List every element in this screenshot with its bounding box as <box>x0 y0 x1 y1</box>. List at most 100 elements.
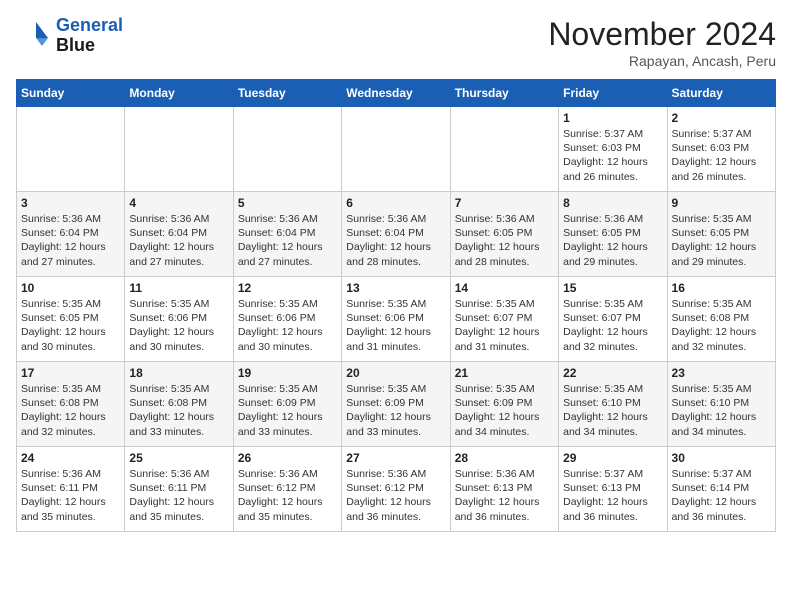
day-number: 3 <box>21 196 120 210</box>
day-number: 13 <box>346 281 445 295</box>
day-number: 11 <box>129 281 228 295</box>
day-number: 30 <box>672 451 771 465</box>
calendar-cell: 24Sunrise: 5:36 AM Sunset: 6:11 PM Dayli… <box>17 447 125 532</box>
day-number: 21 <box>455 366 554 380</box>
day-info: Sunrise: 5:37 AM Sunset: 6:14 PM Dayligh… <box>672 467 771 524</box>
day-info: Sunrise: 5:35 AM Sunset: 6:06 PM Dayligh… <box>346 297 445 354</box>
calendar-cell <box>125 107 233 192</box>
week-row-1: 1 Sunrise: 5:37 AM Sunset: 6:03 PM Daylig… <box>17 107 776 192</box>
calendar-cell: 12 Sunrise: 5:35 AM Sunset: 6:06 PM Dayli… <box>233 277 341 362</box>
location: Rapayan, Ancash, Peru <box>548 53 776 69</box>
day-info: Sunrise: 5:37 AM Sunset: 6:03 PM Dayligh… <box>672 127 771 184</box>
day-info: Sunrise: 5:36 AM Sunset: 6:11 PM Dayligh… <box>129 467 228 524</box>
calendar-cell: 28 Sunrise: 5:36 AM Sunset: 6:13 PM Dayli… <box>450 447 558 532</box>
calendar-cell <box>17 107 125 192</box>
page-header: General Blue November 2024 Rapayan, Anca… <box>16 16 776 69</box>
day-number: 25 <box>129 451 228 465</box>
day-info: Sunrise: 5:36 AM Sunset: 6:11 PM Dayligh… <box>21 467 120 524</box>
day-number: 12 <box>238 281 337 295</box>
day-info: Sunrise: 5:35 AM Sunset: 6:09 PM Dayligh… <box>455 382 554 439</box>
week-row-2: 3 Sunrise: 5:36 AM Sunset: 6:04 PM Daylig… <box>17 192 776 277</box>
calendar-cell: 16Sunrise: 5:35 AM Sunset: 6:08 PM Dayli… <box>667 277 775 362</box>
day-info: Sunrise: 5:35 AM Sunset: 6:05 PM Dayligh… <box>21 297 120 354</box>
day-info: Sunrise: 5:36 AM Sunset: 6:04 PM Dayligh… <box>238 212 337 269</box>
day-number: 9 <box>672 196 771 210</box>
day-number: 2 <box>672 111 771 125</box>
day-number: 17 <box>21 366 120 380</box>
calendar-cell: 2 Sunrise: 5:37 AM Sunset: 6:03 PM Daylig… <box>667 107 775 192</box>
day-info: Sunrise: 5:36 AM Sunset: 6:04 PM Dayligh… <box>346 212 445 269</box>
day-info: Sunrise: 5:37 AM Sunset: 6:03 PM Dayligh… <box>563 127 662 184</box>
calendar-cell: 8 Sunrise: 5:36 AM Sunset: 6:05 PM Daylig… <box>559 192 667 277</box>
day-info: Sunrise: 5:35 AM Sunset: 6:08 PM Dayligh… <box>129 382 228 439</box>
weekday-header-wednesday: Wednesday <box>342 80 450 107</box>
day-info: Sunrise: 5:35 AM Sunset: 6:10 PM Dayligh… <box>672 382 771 439</box>
day-info: Sunrise: 5:35 AM Sunset: 6:09 PM Dayligh… <box>346 382 445 439</box>
day-info: Sunrise: 5:35 AM Sunset: 6:06 PM Dayligh… <box>238 297 337 354</box>
day-number: 26 <box>238 451 337 465</box>
calendar-cell: 14 Sunrise: 5:35 AM Sunset: 6:07 PM Dayli… <box>450 277 558 362</box>
day-info: Sunrise: 5:36 AM Sunset: 6:04 PM Dayligh… <box>21 212 120 269</box>
calendar-cell <box>450 107 558 192</box>
day-info: Sunrise: 5:36 AM Sunset: 6:05 PM Dayligh… <box>455 212 554 269</box>
day-info: Sunrise: 5:35 AM Sunset: 6:07 PM Dayligh… <box>455 297 554 354</box>
weekday-header-tuesday: Tuesday <box>233 80 341 107</box>
calendar-cell: 19Sunrise: 5:35 AM Sunset: 6:09 PM Dayli… <box>233 362 341 447</box>
calendar-cell: 25 Sunrise: 5:36 AM Sunset: 6:11 PM Dayli… <box>125 447 233 532</box>
calendar-cell: 5Sunrise: 5:36 AM Sunset: 6:04 PM Daylig… <box>233 192 341 277</box>
calendar-cell: 22Sunrise: 5:35 AM Sunset: 6:10 PM Dayli… <box>559 362 667 447</box>
day-info: Sunrise: 5:37 AM Sunset: 6:13 PM Dayligh… <box>563 467 662 524</box>
day-info: Sunrise: 5:35 AM Sunset: 6:07 PM Dayligh… <box>563 297 662 354</box>
day-number: 4 <box>129 196 228 210</box>
weekday-header-friday: Friday <box>559 80 667 107</box>
day-number: 8 <box>563 196 662 210</box>
calendar-cell: 13 Sunrise: 5:35 AM Sunset: 6:06 PM Dayli… <box>342 277 450 362</box>
day-number: 29 <box>563 451 662 465</box>
calendar-cell: 27 Sunrise: 5:36 AM Sunset: 6:12 PM Dayli… <box>342 447 450 532</box>
title-block: November 2024 Rapayan, Ancash, Peru <box>548 16 776 69</box>
day-number: 1 <box>563 111 662 125</box>
day-number: 7 <box>455 196 554 210</box>
calendar-cell: 4 Sunrise: 5:36 AM Sunset: 6:04 PM Daylig… <box>125 192 233 277</box>
day-info: Sunrise: 5:36 AM Sunset: 6:05 PM Dayligh… <box>563 212 662 269</box>
day-info: Sunrise: 5:36 AM Sunset: 6:04 PM Dayligh… <box>129 212 228 269</box>
weekday-header-thursday: Thursday <box>450 80 558 107</box>
day-info: Sunrise: 5:36 AM Sunset: 6:12 PM Dayligh… <box>238 467 337 524</box>
calendar-cell <box>342 107 450 192</box>
calendar-cell: 21 Sunrise: 5:35 AM Sunset: 6:09 PM Dayli… <box>450 362 558 447</box>
calendar-cell: 17 Sunrise: 5:35 AM Sunset: 6:08 PM Dayli… <box>17 362 125 447</box>
calendar-cell: 30 Sunrise: 5:37 AM Sunset: 6:14 PM Dayli… <box>667 447 775 532</box>
calendar-cell: 15 Sunrise: 5:35 AM Sunset: 6:07 PM Dayli… <box>559 277 667 362</box>
day-number: 10 <box>21 281 120 295</box>
day-number: 15 <box>563 281 662 295</box>
day-number: 18 <box>129 366 228 380</box>
day-info: Sunrise: 5:36 AM Sunset: 6:13 PM Dayligh… <box>455 467 554 524</box>
calendar-cell: 23Sunrise: 5:35 AM Sunset: 6:10 PM Dayli… <box>667 362 775 447</box>
calendar-cell: 20 Sunrise: 5:35 AM Sunset: 6:09 PM Dayli… <box>342 362 450 447</box>
calendar-cell: 11 Sunrise: 5:35 AM Sunset: 6:06 PM Dayli… <box>125 277 233 362</box>
day-info: Sunrise: 5:36 AM Sunset: 6:12 PM Dayligh… <box>346 467 445 524</box>
logo: General Blue <box>16 16 123 56</box>
day-number: 16 <box>672 281 771 295</box>
day-number: 22 <box>563 366 662 380</box>
logo-icon <box>16 18 52 54</box>
calendar-cell: 29 Sunrise: 5:37 AM Sunset: 6:13 PM Dayli… <box>559 447 667 532</box>
calendar-cell <box>233 107 341 192</box>
weekday-header-row: SundayMondayTuesdayWednesdayThursdayFrid… <box>17 80 776 107</box>
calendar-cell: 1 Sunrise: 5:37 AM Sunset: 6:03 PM Daylig… <box>559 107 667 192</box>
day-info: Sunrise: 5:35 AM Sunset: 6:06 PM Dayligh… <box>129 297 228 354</box>
day-number: 14 <box>455 281 554 295</box>
month-title: November 2024 <box>548 16 776 53</box>
calendar-cell: 10 Sunrise: 5:35 AM Sunset: 6:05 PM Dayli… <box>17 277 125 362</box>
day-number: 27 <box>346 451 445 465</box>
calendar-cell: 3 Sunrise: 5:36 AM Sunset: 6:04 PM Daylig… <box>17 192 125 277</box>
weekday-header-monday: Monday <box>125 80 233 107</box>
day-number: 28 <box>455 451 554 465</box>
calendar-cell: 18 Sunrise: 5:35 AM Sunset: 6:08 PM Dayli… <box>125 362 233 447</box>
day-info: Sunrise: 5:35 AM Sunset: 6:08 PM Dayligh… <box>21 382 120 439</box>
calendar-cell: 9Sunrise: 5:35 AM Sunset: 6:05 PM Daylig… <box>667 192 775 277</box>
weekday-header-sunday: Sunday <box>17 80 125 107</box>
calendar-cell: 26 Sunrise: 5:36 AM Sunset: 6:12 PM Dayli… <box>233 447 341 532</box>
day-number: 20 <box>346 366 445 380</box>
day-info: Sunrise: 5:35 AM Sunset: 6:09 PM Dayligh… <box>238 382 337 439</box>
